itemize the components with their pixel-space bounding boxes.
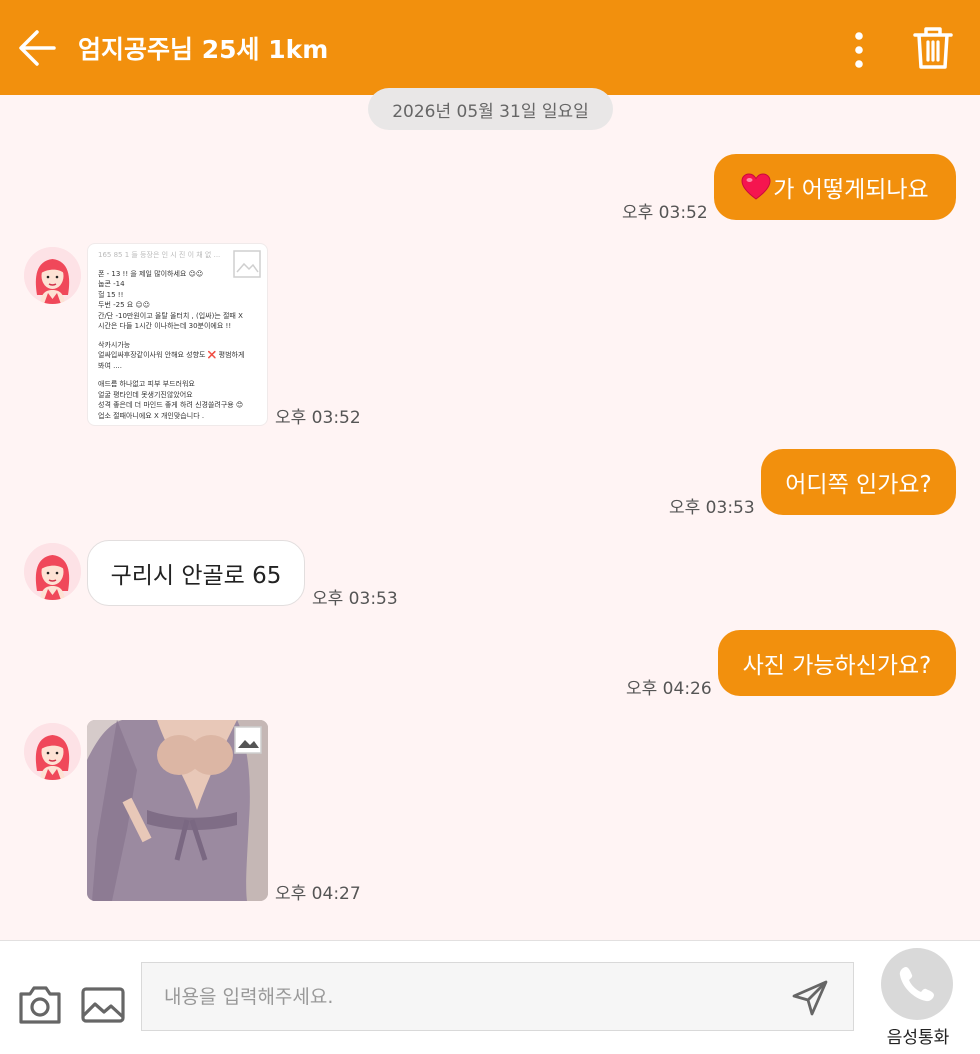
phone-icon — [899, 967, 934, 1002]
image-badge-icon — [233, 250, 261, 278]
more-menu-button[interactable] — [846, 30, 872, 70]
note-line: 헐 15 !! — [98, 290, 124, 299]
back-button[interactable] — [18, 26, 58, 70]
chat-title: 엄지공주님 25세 1km — [78, 35, 329, 64]
avatar-girl-icon — [24, 543, 81, 600]
camera-button[interactable] — [17, 984, 63, 1026]
avatar[interactable] — [24, 543, 81, 600]
avatar[interactable] — [24, 247, 81, 304]
header-bar: 엄지공주님 25세 1km — [0, 0, 980, 95]
send-button[interactable] — [790, 978, 830, 1018]
camera-icon — [19, 986, 61, 1024]
outgoing-message[interactable]: 가 어떻게되나요 — [714, 154, 956, 220]
message-text: 가 어떻게되나요 — [773, 177, 929, 203]
image-gallery-icon — [81, 987, 125, 1023]
arrow-left-icon — [19, 30, 56, 66]
outgoing-message[interactable]: 어디쪽 인가요? — [761, 449, 956, 515]
note-line: 봐여 .... — [98, 361, 123, 370]
note-line: 두번 -25 요 ☺☺ — [98, 301, 151, 309]
image-badge-icon — [234, 726, 262, 754]
note-line: 업소 절때아니에요 X 개인맞습니다 . — [98, 411, 205, 420]
message-time: 오후 03:52 — [275, 408, 361, 428]
note-line: 애드름 하나없고 피부 부드러워요 — [98, 380, 195, 388]
message-time: 오후 03:53 — [312, 589, 398, 609]
image-message[interactable]: 165 85 1 들 등장은 인 시 진 이 채 없 ... 폰 - 13 !!… — [87, 243, 268, 426]
note-line: 간/단 -10만원이고 올탈 올터치 , (입싸)는 절때 X — [98, 311, 243, 320]
outgoing-message[interactable]: 사진 가능하신가요? — [718, 630, 956, 696]
avatar-girl-icon — [24, 723, 81, 780]
incoming-message[interactable]: 구리시 안골로 65 — [87, 540, 305, 606]
note-line: 성격 좋은데 더 마인드 좋게 하려 신경쓸려구용 😊 — [98, 401, 244, 409]
delete-chat-button[interactable] — [910, 24, 956, 72]
avatar-girl-icon — [24, 247, 81, 304]
voice-call-label: 음성통화 — [886, 1028, 950, 1048]
image-message[interactable] — [87, 720, 268, 901]
note-line: 얼싸입싸후장같이사워 안해요 성향도 ❌ 평범하게 — [98, 351, 245, 359]
message-time: 오후 04:26 — [626, 679, 712, 699]
note-line: 시간은 다들 1시간 이나하는데 30분이에요 !! — [98, 322, 232, 330]
message-time: 오후 03:52 — [622, 203, 708, 223]
chat-screen: 엄지공주님 25세 1km 2026년 05월 31일 일요일 가 어떻게되나요 — [0, 0, 980, 1054]
note-line: 얼굴 평타인데 못생기진않았어요 — [98, 390, 193, 399]
message-input[interactable] — [164, 977, 784, 1017]
note-line: 삭카시가능 — [98, 340, 131, 349]
message-time: 오후 03:53 — [669, 498, 755, 518]
message-input-box[interactable] — [141, 962, 854, 1031]
gallery-button[interactable] — [80, 986, 126, 1024]
voice-call-button[interactable] — [881, 948, 953, 1020]
more-vertical-icon — [855, 32, 863, 68]
heart-icon — [741, 173, 771, 200]
date-divider: 2026년 05월 31일 일요일 — [368, 88, 613, 130]
avatar[interactable] — [24, 723, 81, 780]
message-text: 사진 가능하신가요? — [742, 653, 932, 679]
message-text: 구리시 안골로 65 — [110, 563, 282, 589]
note-line: 눕콘 -14 — [98, 280, 125, 288]
trash-icon — [913, 27, 953, 69]
message-time: 오후 04:27 — [275, 884, 361, 904]
message-text: 어디쪽 인가요? — [785, 472, 932, 498]
send-icon — [792, 980, 828, 1016]
